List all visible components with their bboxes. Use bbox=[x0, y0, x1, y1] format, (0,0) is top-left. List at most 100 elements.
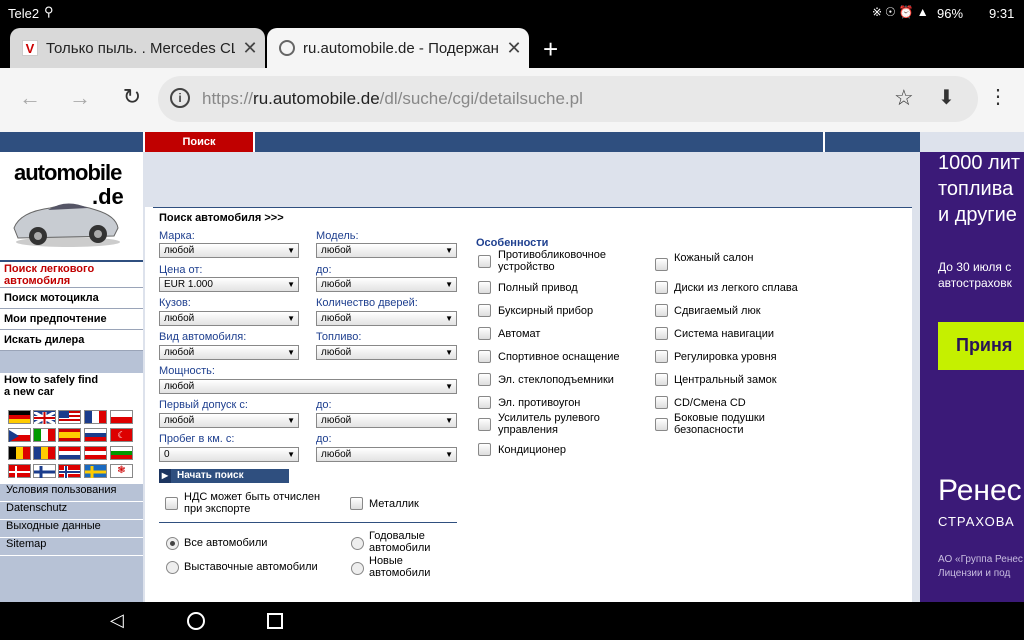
address-bar[interactable]: i https://ru.automobile.de/dl/suche/cgi/… bbox=[158, 76, 978, 122]
nav-dealer-search[interactable]: Искать дилера bbox=[0, 330, 143, 351]
flag-dk-icon[interactable] bbox=[8, 464, 31, 478]
nav-moto-search[interactable]: Поиск мотоцикла bbox=[0, 288, 143, 309]
show-cars-radio[interactable] bbox=[166, 561, 179, 574]
all-cars-radio[interactable] bbox=[166, 537, 179, 550]
back-icon[interactable]: ← bbox=[16, 85, 44, 111]
menu-icon[interactable]: ⋮ bbox=[986, 84, 1010, 109]
flag-no-icon[interactable] bbox=[58, 464, 81, 478]
feature-col2-checkbox[interactable] bbox=[655, 327, 668, 340]
flag-es-icon[interactable] bbox=[58, 428, 81, 442]
start-search-button[interactable]: ▶ Начать поиск bbox=[159, 469, 289, 483]
new-cars-radio[interactable] bbox=[351, 562, 364, 575]
make-select[interactable]: любой ▼ bbox=[159, 243, 299, 258]
flag-misc-icon[interactable]: ❃ bbox=[110, 464, 133, 478]
model-select[interactable]: любой ▼ bbox=[316, 243, 457, 258]
nav-car-search[interactable]: Поиск легкового автомобиля bbox=[0, 262, 143, 288]
web-page: Поиск automobile .de Поиск легкового авт… bbox=[0, 132, 1024, 602]
flag-at-icon[interactable] bbox=[84, 446, 107, 460]
site-favicon-icon: V bbox=[22, 40, 38, 56]
tab-title: Только пыль. . Mercedes CLK bbox=[46, 39, 235, 57]
all-cars-label: Все автомобили bbox=[184, 537, 268, 549]
advertisement[interactable]: 1000 лит топлива и другие До 30 июля с а… bbox=[920, 152, 1024, 602]
feature-col1-checkbox[interactable] bbox=[478, 327, 491, 340]
logo[interactable]: automobile .de bbox=[0, 152, 143, 260]
feature-col1-label: Усилитель рулевого управления bbox=[498, 412, 600, 436]
feature-col1-checkbox[interactable] bbox=[478, 418, 491, 431]
feature-col1-checkbox[interactable] bbox=[478, 443, 491, 456]
flag-cz-icon[interactable] bbox=[8, 428, 31, 442]
close-icon[interactable]: ✕ bbox=[235, 38, 265, 59]
vehicle-type-select[interactable]: любой ▼ bbox=[159, 345, 299, 360]
feature-col1-checkbox[interactable] bbox=[478, 373, 491, 386]
feature-col2-checkbox[interactable] bbox=[655, 281, 668, 294]
flag-ro-icon[interactable] bbox=[33, 446, 56, 460]
doors-select[interactable]: любой ▼ bbox=[316, 311, 457, 326]
price-from-select[interactable]: EUR 1.000 ▼ bbox=[159, 277, 299, 292]
feature-col2-checkbox[interactable] bbox=[655, 418, 668, 431]
flag-be-icon[interactable] bbox=[8, 446, 31, 460]
feature-col2-checkbox[interactable] bbox=[655, 373, 668, 386]
form-divider bbox=[159, 522, 457, 523]
flag-fr-icon[interactable] bbox=[84, 410, 107, 424]
flag-pl-icon[interactable] bbox=[110, 410, 133, 424]
close-icon[interactable]: ✕ bbox=[499, 38, 529, 59]
ad-accept-button[interactable]: Приня bbox=[938, 322, 1024, 370]
feature-col2-checkbox[interactable] bbox=[655, 396, 668, 409]
tab-mercedes[interactable]: V Только пыль. . Mercedes CLK ✕ bbox=[10, 28, 265, 68]
dropdown-arrow-icon: ▼ bbox=[445, 416, 453, 425]
flag-fi-icon[interactable] bbox=[33, 464, 56, 478]
tab-title: ru.automobile.de - Подержанн bbox=[303, 39, 499, 57]
flag-nl-icon[interactable] bbox=[58, 446, 81, 460]
feature-col2-label: CD/Смена CD bbox=[674, 397, 746, 409]
price-to-select[interactable]: любой ▼ bbox=[316, 277, 457, 292]
feature-col1-checkbox[interactable] bbox=[478, 350, 491, 363]
feature-col1-label: Эл. противоугон bbox=[498, 397, 581, 409]
recents-nav-icon[interactable] bbox=[267, 613, 283, 629]
vat-checkbox[interactable] bbox=[165, 497, 178, 510]
nav-cell bbox=[823, 132, 920, 152]
fuel-select[interactable]: любой ▼ bbox=[316, 345, 457, 360]
dropdown-arrow-icon: ▼ bbox=[287, 314, 295, 323]
flag-tr-icon[interactable]: ☾ bbox=[110, 428, 133, 442]
star-icon[interactable]: ☆ bbox=[894, 85, 914, 111]
footer-link-privacy[interactable]: Datenschutz bbox=[0, 502, 143, 520]
feature-col1-checkbox[interactable] bbox=[478, 396, 491, 409]
registration-from-select[interactable]: любой ▼ bbox=[159, 413, 299, 428]
footer-link-sitemap[interactable]: Sitemap bbox=[0, 538, 143, 556]
flag-bg-icon[interactable] bbox=[110, 446, 133, 460]
feature-col1-label: Кондиционер bbox=[498, 444, 567, 456]
nav-search-tab[interactable]: Поиск bbox=[143, 132, 253, 152]
flag-de-icon[interactable] bbox=[8, 410, 31, 424]
footer-link-imprint[interactable]: Выходные данные bbox=[0, 520, 143, 538]
info-icon[interactable]: i bbox=[170, 88, 190, 108]
nav-preferences[interactable]: Мои предпочтение bbox=[0, 309, 143, 330]
feature-col1-checkbox[interactable] bbox=[478, 304, 491, 317]
yearly-cars-radio[interactable] bbox=[351, 537, 364, 550]
mileage-to-select[interactable]: любой ▼ bbox=[316, 447, 457, 462]
power-select[interactable]: любой ▼ bbox=[159, 379, 457, 394]
body-select[interactable]: любой ▼ bbox=[159, 311, 299, 326]
registration-to-select[interactable]: любой ▼ bbox=[316, 413, 457, 428]
download-icon[interactable]: ⬇ bbox=[938, 85, 955, 110]
flag-us-icon[interactable] bbox=[58, 410, 81, 424]
flag-ru-icon[interactable] bbox=[84, 428, 107, 442]
howto-link[interactable]: How to safely find a new car bbox=[4, 374, 104, 398]
footer-link-terms[interactable]: Условия пользования bbox=[0, 484, 143, 502]
flag-se-icon[interactable] bbox=[84, 464, 107, 478]
back-nav-icon[interactable]: ◁ bbox=[110, 610, 124, 631]
yearly-cars-label: Годовалые автомобили bbox=[369, 530, 431, 554]
mileage-from-select[interactable]: 0 ▼ bbox=[159, 447, 299, 462]
feature-col2-checkbox[interactable] bbox=[655, 304, 668, 317]
reload-icon[interactable]: ↻ bbox=[118, 84, 146, 110]
flag-uk-icon[interactable] bbox=[33, 410, 56, 426]
feature-col2-checkbox[interactable] bbox=[655, 350, 668, 363]
forward-icon[interactable]: → bbox=[66, 85, 94, 111]
feature-col1-checkbox[interactable] bbox=[478, 281, 491, 294]
tab-automobile[interactable]: ru.automobile.de - Подержанн ✕ bbox=[267, 28, 529, 68]
new-tab-icon[interactable]: + bbox=[543, 34, 558, 65]
home-nav-icon[interactable] bbox=[187, 612, 205, 630]
feature-col2-checkbox[interactable] bbox=[655, 258, 668, 271]
feature-col1-checkbox[interactable] bbox=[478, 255, 491, 268]
metallic-checkbox[interactable] bbox=[350, 497, 363, 510]
flag-it-icon[interactable] bbox=[33, 428, 56, 442]
